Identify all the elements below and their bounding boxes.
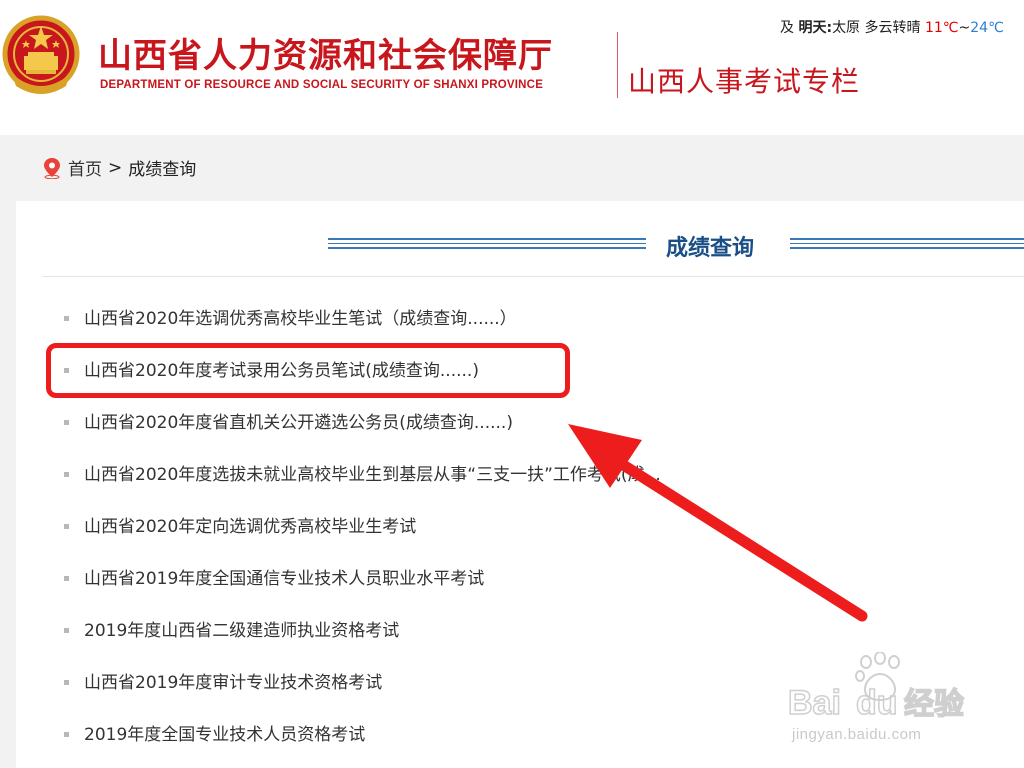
- bullet-icon: [64, 680, 69, 685]
- list-item-link[interactable]: 山西省2019年度全国通信专业技术人员职业水平考试: [84, 560, 484, 598]
- bullet-icon: [64, 628, 69, 633]
- watermark-url: jingyan.baidu.com: [792, 726, 922, 743]
- weather-city: 太原: [832, 20, 861, 36]
- breadcrumb-current: 成绩查询: [128, 160, 197, 180]
- bullet-icon: [64, 420, 69, 425]
- weather-sep: ~: [958, 20, 971, 36]
- list-item: 山西省2020年定向选调优秀高校毕业生考试: [64, 508, 1024, 560]
- weather-low-temp: 11℃: [924, 20, 959, 36]
- list-item-link[interactable]: 山西省2020年度省直机关公开遴选公务员(成绩查询......): [84, 404, 513, 442]
- list-item-link[interactable]: 山西省2020年选调优秀高校毕业生笔试（成绩查询......）: [84, 300, 517, 338]
- header-divider: [617, 32, 618, 98]
- highlight-annotation-box: [46, 343, 570, 398]
- title-decoration-right: [790, 238, 1024, 250]
- bullet-icon: [64, 576, 69, 581]
- bullet-icon: [64, 524, 69, 529]
- red-arrow-annotation: [568, 424, 868, 622]
- title-decoration-left: [328, 238, 646, 250]
- site-header: 山西省人力资源和社会保障厅 DEPARTMENT OF RESOURCE AND…: [0, 0, 1024, 135]
- watermark-brand-cn: 经验: [904, 687, 964, 722]
- watermark-brand: Bai: [788, 684, 841, 722]
- bullet-icon: [64, 316, 69, 321]
- weather-forecast: 及 明天:太原 多云转晴 11℃~24℃: [780, 17, 1004, 37]
- location-pin-icon: [44, 157, 60, 179]
- breadcrumb-separator: >: [108, 157, 123, 178]
- list-item: 山西省2020年度选拔未就业高校毕业生到基层从事“三支一扶”工作考试(成...: [64, 456, 1024, 508]
- breadcrumb-home-link[interactable]: 首页: [68, 155, 102, 180]
- section-title: 成绩查询: [666, 236, 755, 261]
- bullet-icon: [64, 732, 69, 737]
- watermark-brand2: du: [856, 684, 898, 722]
- section-divider: [42, 276, 1024, 277]
- site-title-cn: 山西省人力资源和社会保障厅: [98, 36, 553, 76]
- site-subtitle: 山西人事考试专栏: [628, 65, 861, 98]
- weather-high-temp: 24℃: [970, 20, 1004, 36]
- breadcrumb: 首页 > 成绩查询: [42, 155, 196, 180]
- list-item: 山西省2020年度省直机关公开遴选公务员(成绩查询......): [64, 404, 1024, 456]
- list-item-link[interactable]: 山西省2020年定向选调优秀高校毕业生考试: [84, 508, 416, 546]
- list-item-link[interactable]: 山西省2019年度审计专业技术资格考试: [84, 664, 382, 702]
- bullet-icon: [64, 472, 69, 477]
- national-emblem-icon: [2, 15, 80, 94]
- weather-prefix: 及: [780, 20, 794, 36]
- site-title-en: DEPARTMENT OF RESOURCE AND SOCIAL SECURI…: [100, 79, 544, 91]
- list-item-link[interactable]: 2019年度山西省二级建造师执业资格考试: [84, 612, 399, 650]
- list-item: 山西省2019年度全国通信专业技术人员职业水平考试: [64, 560, 1024, 612]
- weather-condition: 多云转晴: [864, 20, 921, 36]
- list-item-link[interactable]: 2019年度全国专业技术人员资格考试: [84, 716, 365, 754]
- weather-label: 明天:: [798, 20, 833, 36]
